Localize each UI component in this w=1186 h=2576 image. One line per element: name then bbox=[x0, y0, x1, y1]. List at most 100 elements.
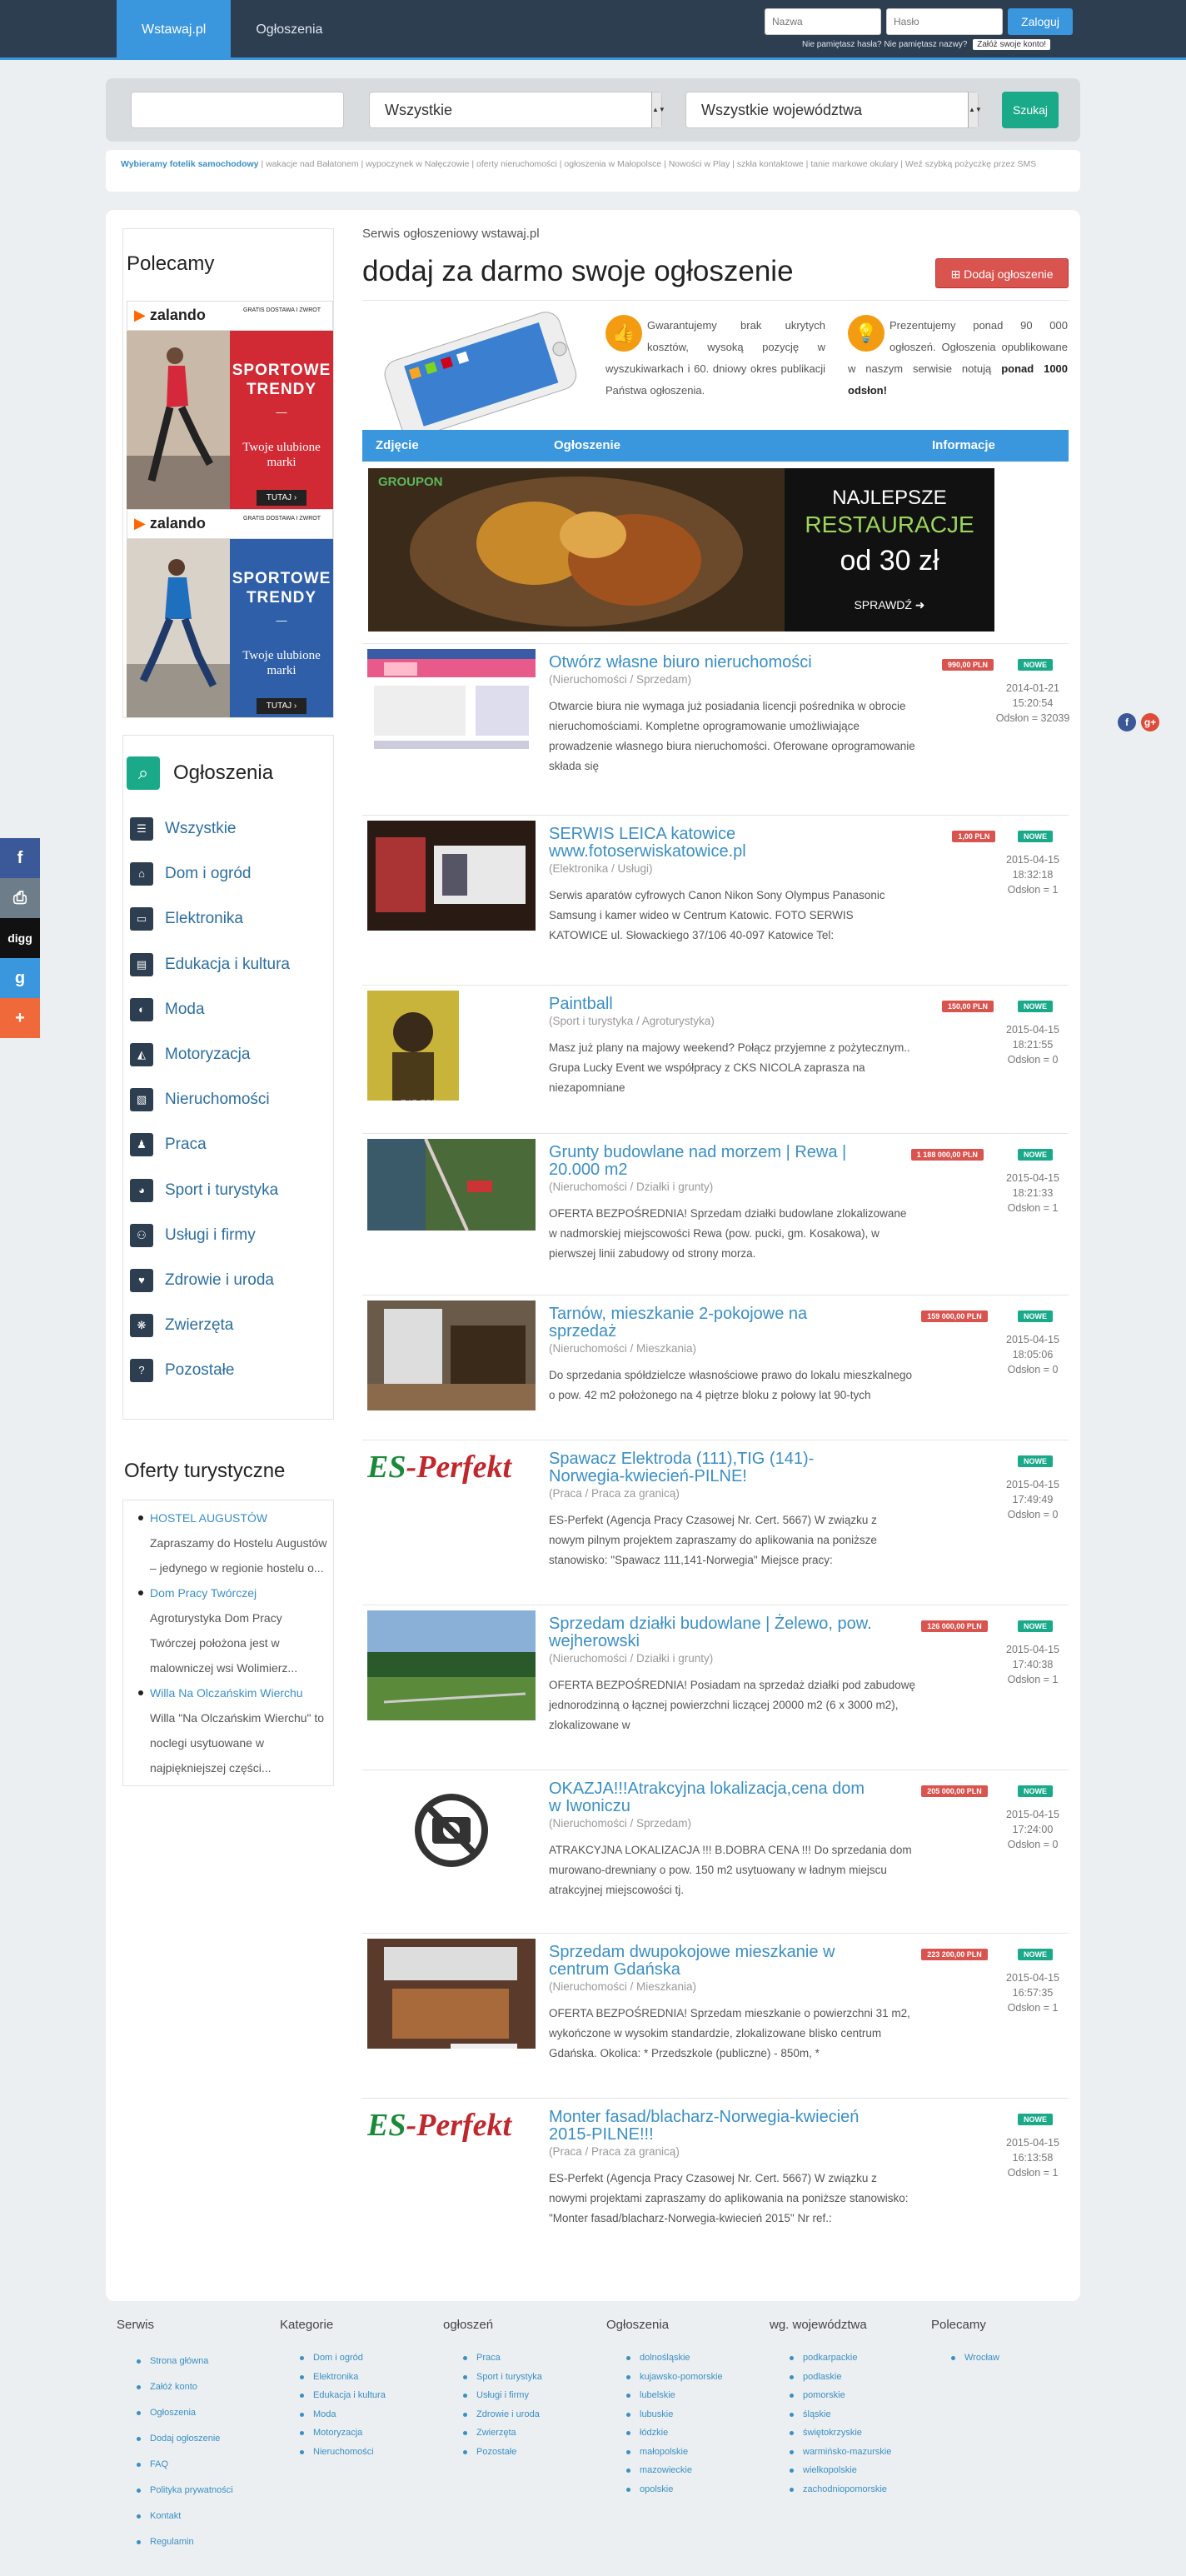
category-item[interactable]: ⌂ Dom i ogród bbox=[123, 851, 333, 896]
ad-title[interactable]: Sprzedam dwupokojowe mieszkanie w centru… bbox=[549, 1944, 874, 1979]
footer-link[interactable]: Dom i ogród bbox=[280, 2349, 438, 2368]
category-item[interactable]: ♟ Praca bbox=[123, 1122, 333, 1167]
footer-link[interactable]: Dodaj ogłoszenie bbox=[117, 2426, 275, 2452]
footer-link[interactable]: Strona główna bbox=[117, 2349, 275, 2374]
footer-link[interactable]: Edukacja i kultura bbox=[280, 2386, 438, 2405]
list-item[interactable]: Tarnów, mieszkanie 2-pokojowe na sprzeda… bbox=[362, 1295, 1069, 1440]
ad-title[interactable]: Paintball bbox=[549, 996, 874, 1013]
groupon-banner[interactable]: GROUPON NAJLEPSZE RESTAURACJE od 30 zł S… bbox=[368, 468, 994, 632]
breadcrumb[interactable]: Serwis ogłoszeniowy wstawaj.pl bbox=[362, 227, 540, 241]
footer-link[interactable]: Kontakt bbox=[117, 2504, 275, 2529]
list-item[interactable]: SERWIS LEICA katowice www.fotoserwiskato… bbox=[362, 815, 1069, 985]
footer-link[interactable]: śląskie bbox=[770, 2405, 928, 2424]
footer-link[interactable]: kujawsko-pomorskie bbox=[606, 2368, 765, 2387]
register-link[interactable]: Załóż swoje konto! bbox=[973, 39, 1051, 50]
footer-link[interactable]: świętokrzyskie bbox=[770, 2424, 928, 2443]
footer-link[interactable]: warmińsko-mazurskie bbox=[770, 2443, 928, 2462]
list-item[interactable]: Sprzedam dwupokojowe mieszkanie w centru… bbox=[362, 1933, 1069, 2098]
ad-title[interactable]: Spawacz Elektroda (111),TIG (141)-Norweg… bbox=[549, 1450, 874, 1485]
ad-photo[interactable] bbox=[367, 1775, 536, 1885]
list-item[interactable]: ES-Perfekt Monter fasad/blacharz-Norwegia… bbox=[362, 2098, 1069, 2261]
list-item[interactable]: ES-Perfekt Spawacz Elektroda (111),TIG (1… bbox=[362, 1440, 1069, 1605]
login-button[interactable]: Zaloguj bbox=[1008, 8, 1073, 35]
footer-link[interactable]: Polityka prywatności bbox=[117, 2478, 275, 2504]
footer-link[interactable]: Moda bbox=[280, 2405, 438, 2424]
footer-link[interactable]: dolnośląskie bbox=[606, 2349, 765, 2368]
ad-title[interactable]: Monter fasad/blacharz-Norwegia-kwiecień … bbox=[549, 2109, 874, 2144]
footer-link[interactable]: opolskie bbox=[606, 2480, 765, 2499]
forgot-link[interactable]: Nie pamiętasz hasła? Nie pamiętasz nazwy… bbox=[802, 40, 967, 49]
nav-ads[interactable]: Ogłoszenia bbox=[231, 0, 347, 60]
category-select[interactable]: Wszystkie ▲▼ bbox=[369, 92, 665, 128]
google-share-icon[interactable]: g bbox=[0, 958, 40, 998]
footer-link[interactable]: zachodniopomorskie bbox=[770, 2480, 928, 2499]
footer-link[interactable]: małopolskie bbox=[606, 2443, 765, 2462]
ad-photo[interactable] bbox=[367, 649, 536, 759]
ad-photo[interactable] bbox=[367, 821, 536, 931]
category-item[interactable]: ◐ Moda bbox=[123, 987, 333, 1032]
tag-links[interactable]: wakacje nad Bałatonem | wypoczynek w Nał… bbox=[266, 159, 1036, 169]
add-ad-button[interactable]: ⊞ Dodaj ogłoszenie bbox=[935, 258, 1069, 288]
facebook-icon[interactable]: f bbox=[1118, 713, 1136, 731]
tag-link[interactable]: Wybieramy fotelik samochodowy bbox=[121, 159, 259, 169]
footer-link[interactable]: pomorskie bbox=[770, 2386, 928, 2405]
footer-link[interactable]: łódzkie bbox=[606, 2424, 765, 2443]
footer-link[interactable]: FAQ bbox=[117, 2452, 275, 2478]
category-item[interactable]: ⚇ Usługi i firmy bbox=[123, 1213, 333, 1258]
category-item[interactable]: ☰ Wszystkie bbox=[123, 806, 333, 851]
digg-icon[interactable]: digg bbox=[0, 918, 40, 958]
footer-link[interactable]: mazowieckie bbox=[606, 2461, 765, 2480]
nav-home[interactable]: Wstawaj.pl bbox=[117, 0, 232, 60]
footer-link[interactable]: Załóż konto bbox=[117, 2374, 275, 2400]
google-plus-icon[interactable]: g+ bbox=[1141, 713, 1159, 731]
category-item[interactable]: ▧ Nieruchomości bbox=[123, 1077, 333, 1122]
footer-link[interactable]: Motoryzacja bbox=[280, 2424, 438, 2443]
footer-link[interactable]: Nieruchomości bbox=[280, 2443, 438, 2462]
list-item[interactable]: 745 555 Paintball (Sport i turystyka / Agr… bbox=[362, 985, 1069, 1133]
region-select[interactable]: Wszystkie województwa ▲▼ bbox=[685, 92, 982, 128]
footer-link[interactable]: Praca bbox=[443, 2349, 601, 2368]
footer-link[interactable]: lubuskie bbox=[606, 2405, 765, 2424]
category-item[interactable]: ◕ Sport i turystyka bbox=[123, 1168, 333, 1213]
search-button[interactable]: Szukaj bbox=[1002, 92, 1059, 128]
category-item[interactable]: ▤ Edukacja i kultura bbox=[123, 942, 333, 987]
password-input[interactable] bbox=[886, 8, 1003, 35]
more-share-icon[interactable]: + bbox=[0, 998, 40, 1038]
ad-title[interactable]: Sprzedam działki budowlane | Żelewo, pow… bbox=[549, 1615, 874, 1650]
footer-link[interactable]: wielkopolskie bbox=[770, 2461, 928, 2480]
footer-link[interactable]: Regulamin bbox=[117, 2529, 275, 2555]
footer-link[interactable]: Elektronika bbox=[280, 2368, 438, 2387]
footer-link[interactable]: Usługi i firmy bbox=[443, 2386, 601, 2405]
username-input[interactable] bbox=[765, 8, 881, 35]
category-item[interactable]: ▭ Elektronika bbox=[123, 896, 333, 941]
ad-photo[interactable] bbox=[367, 1939, 536, 2049]
zalando-ad-1[interactable]: ▶ zalando GRATIS DOSTAWA I ZWROT SPORTOWE… bbox=[127, 301, 333, 509]
category-item[interactable]: ? Pozostałe bbox=[123, 1348, 333, 1393]
ad-photo[interactable] bbox=[367, 1139, 536, 1233]
ad-photo[interactable] bbox=[367, 1610, 536, 1720]
list-item[interactable]: Grunty budowlane nad morzem | Rewa | 20.… bbox=[362, 1133, 1069, 1295]
ad-title[interactable]: SERWIS LEICA katowice www.fotoserwiskato… bbox=[549, 826, 874, 861]
ad-photo[interactable] bbox=[367, 1300, 536, 1410]
ad-title[interactable]: Otwórz własne biuro nieruchomości bbox=[549, 654, 874, 671]
zalando-ad-2[interactable]: ▶ zalando GRATIS DOSTAWA I ZWROT SPORTOWE… bbox=[127, 509, 333, 717]
footer-link[interactable]: Ogłoszenia bbox=[117, 2400, 275, 2426]
footer-link[interactable]: Zwierzęta bbox=[443, 2424, 601, 2443]
tour-link[interactable]: HOSTEL AUGUSTÓW bbox=[150, 1511, 267, 1525]
ad-title[interactable]: Grunty budowlane nad morzem | Rewa | 20.… bbox=[549, 1144, 874, 1179]
footer-link[interactable]: podlaskie bbox=[770, 2368, 928, 2387]
list-item[interactable]: Otwórz własne biuro nieruchomości (Nieruc… bbox=[362, 643, 1069, 815]
ad-title[interactable]: OKAZJA!!!Atrakcyjna lokalizacja,cena dom… bbox=[549, 1780, 874, 1815]
footer-link[interactable]: Wrocław bbox=[931, 2349, 1089, 2368]
tour-link[interactable]: Willa Na Olczańskim Wierchu bbox=[150, 1686, 303, 1700]
footer-link[interactable]: Sport i turystyka bbox=[443, 2368, 601, 2387]
facebook-share-icon[interactable]: f bbox=[0, 838, 40, 878]
footer-link[interactable]: Zdrowie i uroda bbox=[443, 2405, 601, 2424]
print-icon[interactable]: ⎙ bbox=[0, 878, 40, 918]
footer-link[interactable]: Pozostałe bbox=[443, 2443, 601, 2462]
category-item[interactable]: ♥ Zdrowie i uroda bbox=[123, 1258, 333, 1303]
category-item[interactable]: ◭ Motoryzacja bbox=[123, 1032, 333, 1077]
list-item[interactable]: Sprzedam działki budowlane | Żelewo, pow… bbox=[362, 1605, 1069, 1770]
tour-link[interactable]: Dom Pracy Twórczej bbox=[150, 1586, 257, 1600]
category-item[interactable]: ❋ Zwierzęta bbox=[123, 1303, 333, 1348]
